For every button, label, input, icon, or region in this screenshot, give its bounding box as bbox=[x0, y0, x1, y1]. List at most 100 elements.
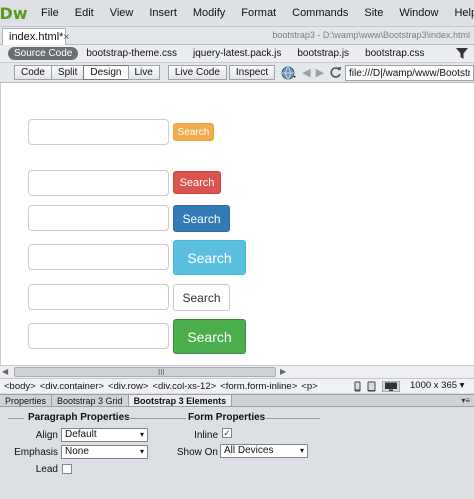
related-file-bootstrap-theme-css[interactable]: bootstrap-theme.css bbox=[78, 48, 185, 59]
properties-panel-tabs: Properties Bootstrap 3 Grid Bootstrap 3 … bbox=[0, 394, 474, 407]
menu-modify[interactable]: Modify bbox=[185, 0, 233, 27]
tag-div-col[interactable]: <div.col-xs-12> bbox=[148, 381, 216, 392]
tag-selector-bar: <body> <div.container> <div.row> <div.co… bbox=[0, 378, 474, 393]
tag-div-row[interactable]: <div.row> bbox=[104, 381, 148, 392]
emphasis-label: Emphasis bbox=[14, 447, 58, 458]
window-size-dropdown[interactable]: 1000 x 365 ▾ bbox=[410, 380, 464, 391]
search-input[interactable] bbox=[28, 119, 169, 145]
tab-index-html[interactable]: index.html* × bbox=[2, 28, 69, 45]
live-code-button[interactable]: Live Code bbox=[167, 65, 227, 80]
related-files-bar: Source Code bootstrap-theme.css jquery-l… bbox=[0, 45, 474, 63]
tag-form-inline[interactable]: <form.form-inline> bbox=[216, 381, 297, 392]
section-divider bbox=[266, 418, 320, 419]
form-row-default bbox=[28, 284, 169, 310]
menu-file[interactable]: File bbox=[27, 0, 67, 27]
menu-edit[interactable]: Edit bbox=[67, 0, 102, 27]
menu-insert[interactable]: Insert bbox=[141, 0, 185, 27]
show-on-value: All Devices bbox=[224, 445, 274, 456]
menu-format[interactable]: Format bbox=[233, 0, 284, 27]
search-input[interactable] bbox=[28, 205, 169, 231]
scroll-right-arrow-icon[interactable]: ▶ bbox=[280, 367, 286, 376]
menu-site[interactable]: Site bbox=[356, 0, 391, 27]
browser-preview-icon[interactable] bbox=[281, 66, 297, 80]
refresh-icon[interactable] bbox=[329, 66, 342, 79]
form-row-info bbox=[28, 244, 169, 270]
search-button-info[interactable]: Search bbox=[173, 240, 246, 275]
scroll-left-arrow-icon[interactable]: ◀ bbox=[2, 367, 8, 376]
inline-checkbox[interactable]: ✓ bbox=[222, 428, 232, 438]
code-view-button[interactable]: Code bbox=[14, 65, 51, 80]
lead-checkbox[interactable] bbox=[62, 464, 72, 474]
forward-arrow-icon[interactable]: ▶ bbox=[316, 66, 324, 79]
source-code-button[interactable]: Source Code bbox=[8, 47, 79, 60]
chevron-down-icon: ▾ bbox=[139, 430, 144, 439]
chevron-down-icon: ▾ bbox=[139, 447, 144, 456]
form-row-danger bbox=[28, 170, 169, 196]
search-input[interactable] bbox=[28, 244, 169, 270]
emphasis-select[interactable]: None ▾ bbox=[61, 445, 148, 459]
panel-menu-icon[interactable]: ▾≡ bbox=[461, 396, 470, 405]
search-button-danger[interactable]: Search bbox=[173, 171, 221, 194]
document-tab-bar: index.html* × bootstrap3 - D:\wamp\www\B… bbox=[0, 27, 474, 45]
tag-body[interactable]: <body> bbox=[0, 381, 36, 392]
show-on-select[interactable]: All Devices ▾ bbox=[220, 444, 308, 458]
back-arrow-icon[interactable]: ◀ bbox=[302, 66, 310, 79]
horizontal-scrollbar[interactable]: ◀ III ▶ bbox=[0, 365, 474, 378]
menu-view[interactable]: View bbox=[102, 0, 142, 27]
phone-icon[interactable] bbox=[354, 381, 361, 392]
show-on-label: Show On bbox=[176, 447, 218, 458]
section-divider bbox=[168, 418, 186, 419]
desktop-icon[interactable] bbox=[382, 381, 400, 392]
search-button-primary[interactable]: Search bbox=[173, 205, 230, 232]
inline-label: Inline bbox=[194, 430, 218, 441]
design-view-canvas[interactable]: Search Search Search Search Search Searc… bbox=[0, 83, 474, 365]
device-preview-group bbox=[354, 381, 406, 392]
search-button-success[interactable]: Search bbox=[173, 319, 246, 354]
menu-bar: Dw File Edit View Insert Modify Format C… bbox=[0, 0, 474, 27]
view-mode-group: Code Split Design Live bbox=[14, 65, 160, 80]
tab-label: index.html* bbox=[9, 31, 64, 43]
search-button-warning[interactable]: Search bbox=[173, 123, 214, 141]
align-label: Align bbox=[35, 430, 58, 441]
search-input[interactable] bbox=[28, 284, 169, 310]
related-file-jquery-js[interactable]: jquery-latest.pack.js bbox=[185, 48, 289, 59]
tag-div-container[interactable]: <div.container> bbox=[36, 381, 104, 392]
search-input[interactable] bbox=[28, 323, 169, 349]
chevron-down-icon: ▾ bbox=[299, 446, 304, 455]
form-properties-title: Form Properties bbox=[188, 412, 266, 423]
address-bar-input[interactable] bbox=[345, 65, 474, 81]
menu-window[interactable]: Window bbox=[391, 0, 446, 27]
lead-label: Lead bbox=[35, 464, 58, 475]
document-title-path: bootstrap3 - D:\wamp\www\Bootstrap3\inde… bbox=[272, 30, 470, 40]
emphasis-value: None bbox=[65, 446, 89, 457]
scrollbar-grip: III bbox=[158, 368, 165, 377]
form-row-primary bbox=[28, 205, 169, 231]
dreamweaver-logo: Dw bbox=[0, 3, 28, 23]
search-input[interactable] bbox=[28, 170, 169, 196]
properties-panel-body: Paragraph Properties Form Properties Ali… bbox=[0, 407, 474, 499]
split-view-button[interactable]: Split bbox=[50, 65, 84, 80]
design-view-button[interactable]: Design bbox=[83, 65, 128, 80]
align-select[interactable]: Default ▾ bbox=[61, 428, 148, 442]
related-file-bootstrap-css[interactable]: bootstrap.css bbox=[357, 48, 432, 59]
live-view-button[interactable]: Live bbox=[127, 65, 160, 80]
menu-help[interactable]: Help bbox=[446, 0, 474, 27]
scrollbar-thumb[interactable]: III bbox=[14, 367, 276, 377]
menu-commands[interactable]: Commands bbox=[284, 0, 356, 27]
tag-p[interactable]: <p> bbox=[297, 381, 317, 392]
form-row-warning bbox=[28, 119, 169, 145]
align-value: Default bbox=[65, 429, 97, 440]
close-icon[interactable]: × bbox=[63, 32, 69, 43]
section-divider bbox=[8, 418, 24, 419]
tab-properties[interactable]: Properties bbox=[0, 395, 53, 406]
filter-icon[interactable] bbox=[456, 47, 468, 60]
document-toolbar: Code Split Design Live Live Code Inspect… bbox=[0, 63, 474, 83]
related-file-bootstrap-js[interactable]: bootstrap.js bbox=[289, 48, 357, 59]
inspect-button[interactable]: Inspect bbox=[228, 65, 276, 80]
search-button-default[interactable]: Search bbox=[173, 284, 230, 311]
tab-bootstrap-3-elements[interactable]: Bootstrap 3 Elements bbox=[128, 395, 233, 406]
form-row-success bbox=[28, 323, 169, 349]
paragraph-properties-title: Paragraph Properties bbox=[28, 412, 130, 423]
tab-bootstrap-3-grid[interactable]: Bootstrap 3 Grid bbox=[52, 395, 129, 406]
tablet-icon[interactable] bbox=[367, 381, 376, 392]
